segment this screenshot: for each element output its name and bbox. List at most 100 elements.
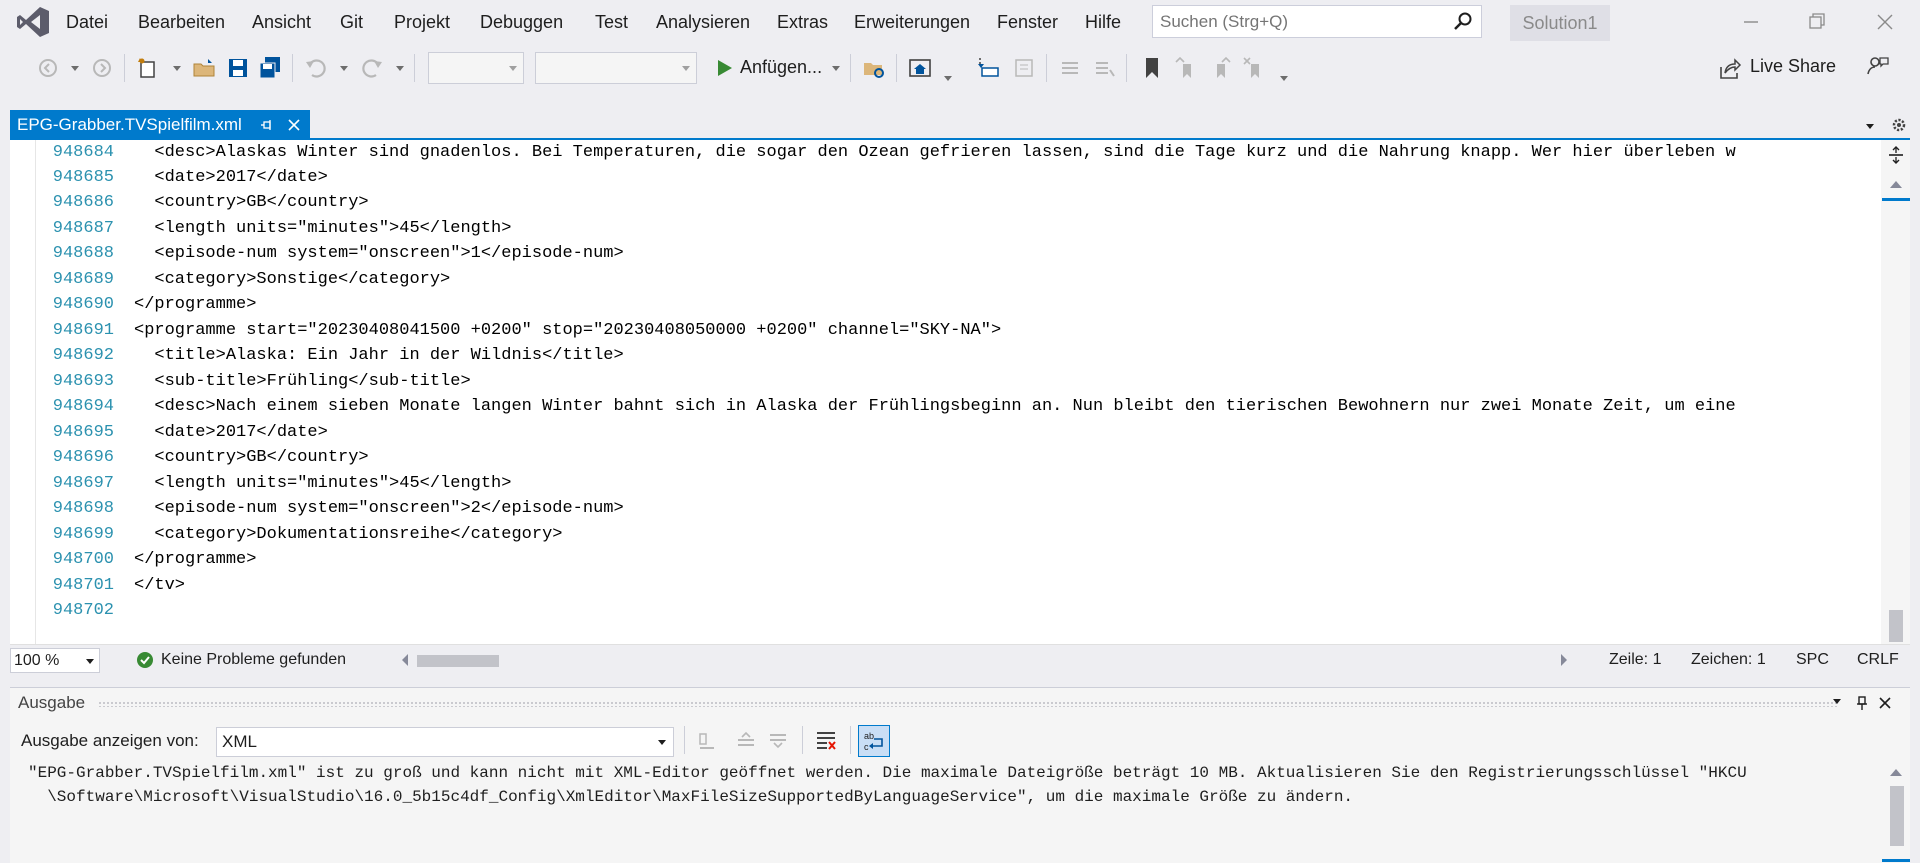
whitespace-mode[interactable]: SPC — [1796, 651, 1829, 669]
zoom-dropdown[interactable]: 100 % — [10, 648, 100, 673]
scroll-left-icon[interactable] — [402, 654, 408, 666]
scroll-thumb[interactable] — [1889, 610, 1903, 642]
step-into-icon[interactable] — [976, 56, 1000, 80]
find-in-files-icon[interactable] — [862, 56, 886, 80]
code-line[interactable]: 948694 <desc>Nach einem sieben Monate la… — [10, 394, 1881, 419]
search-box[interactable] — [1152, 5, 1482, 38]
code-line[interactable]: 948701 </tv> — [10, 573, 1881, 598]
configuration-dropdown[interactable] — [428, 52, 524, 84]
toolbar-overflow-icon[interactable] — [1280, 76, 1288, 81]
browser-dropdown-icon[interactable] — [944, 76, 952, 81]
output-source-dropdown[interactable]: XML — [216, 727, 674, 757]
feedback-icon[interactable] — [1866, 54, 1890, 78]
code-line[interactable]: 948692 <title>Alaska: Ein Jahr in der Wi… — [10, 343, 1881, 368]
output-scroll-up-icon[interactable] — [1890, 769, 1902, 776]
split-editor-icon[interactable] — [1887, 146, 1905, 164]
output-text-area[interactable]: "EPG-Grabber.TVSpielfilm.xml" ist zu gro… — [10, 761, 1882, 863]
save-icon[interactable] — [226, 56, 250, 80]
toggle-word-wrap-button[interactable]: ab c — [858, 725, 890, 757]
previous-message-icon[interactable] — [734, 728, 758, 752]
tab-list-dropdown-icon[interactable] — [1866, 124, 1874, 129]
menu-bearbeiten[interactable]: Bearbeiten — [138, 12, 225, 33]
menu-datei[interactable]: Datei — [66, 12, 108, 33]
new-project-icon[interactable] — [136, 56, 160, 80]
redo-icon[interactable] — [360, 56, 384, 80]
menu-erweiterungen[interactable]: Erweiterungen — [854, 12, 970, 33]
close-window-icon[interactable] — [1870, 8, 1900, 36]
code-map-icon[interactable] — [1012, 56, 1036, 80]
code-line[interactable]: 948697 <length units="minutes">45</lengt… — [10, 471, 1881, 496]
redo-dropdown-icon[interactable] — [396, 66, 404, 71]
menu-projekt[interactable]: Projekt — [394, 12, 450, 33]
code-line[interactable]: 948690 </programme> — [10, 292, 1881, 317]
clear-all-icon[interactable] — [814, 728, 838, 752]
output-scroll-thumb[interactable] — [1890, 786, 1904, 846]
menu-ansicht[interactable]: Ansicht — [252, 12, 311, 33]
menu-analysieren[interactable]: Analysieren — [656, 12, 750, 33]
start-play-icon[interactable] — [712, 56, 736, 80]
toggle-bookmark-icon[interactable] — [1140, 56, 1164, 80]
code-line[interactable]: 948693 <sub-title>Frühling</sub-title> — [10, 369, 1881, 394]
editor-vertical-scrollbar[interactable] — [1881, 140, 1910, 644]
window-position-dropdown-icon[interactable] — [1833, 699, 1841, 704]
menu-test[interactable]: Test — [595, 12, 628, 33]
scroll-up-icon[interactable] — [1890, 181, 1902, 188]
close-panel-icon[interactable] — [1878, 696, 1892, 710]
menu-debuggen[interactable]: Debuggen — [480, 12, 563, 33]
horizontal-scroll-thumb[interactable] — [417, 655, 499, 667]
platform-dropdown[interactable] — [535, 52, 697, 84]
code-line[interactable]: 948684 <desc>Alaskas Winter sind gnadenl… — [10, 140, 1881, 165]
code-line[interactable]: 948688 <episode-num system="onscreen">1<… — [10, 241, 1881, 266]
issues-status[interactable]: Keine Probleme gefunden — [161, 651, 346, 669]
output-vertical-scrollbar[interactable] — [1882, 761, 1910, 863]
find-message-icon[interactable] — [694, 728, 718, 752]
undo-icon[interactable] — [304, 56, 328, 80]
next-bookmark-icon[interactable] — [1208, 56, 1232, 80]
back-dropdown-icon[interactable] — [71, 66, 79, 71]
search-input[interactable] — [1153, 6, 1443, 37]
line-number: 948684 — [52, 143, 114, 162]
code-line[interactable]: 948691 <programme start="20230408041500 +… — [10, 318, 1881, 343]
uncomment-icon[interactable] — [1092, 56, 1116, 80]
new-dropdown-icon[interactable] — [173, 66, 181, 71]
menu-extras[interactable]: Extras — [777, 12, 828, 33]
panel-drag-grip[interactable] — [98, 701, 1838, 707]
code-line[interactable]: 948699 <category>Dokumentationsreihe</ca… — [10, 522, 1881, 547]
document-tab[interactable]: EPG-Grabber.TVSpielfilm.xml — [10, 110, 310, 140]
browser-link-icon[interactable] — [908, 56, 932, 80]
menu-fenster[interactable]: Fenster — [997, 12, 1058, 33]
menu-hilfe[interactable]: Hilfe — [1085, 12, 1121, 33]
code-line[interactable]: 948698 <episode-num system="onscreen">2<… — [10, 496, 1881, 521]
code-line[interactable]: 948689 <category>Sonstige</category> — [10, 267, 1881, 292]
navigate-forward-icon[interactable] — [90, 56, 114, 80]
navigate-back-icon[interactable] — [36, 56, 60, 80]
code-editor[interactable]: 948684 <desc>Alaskas Winter sind gnadenl… — [10, 140, 1881, 644]
line-ending[interactable]: CRLF — [1857, 651, 1899, 669]
close-tab-icon[interactable] — [287, 118, 301, 132]
attach-dropdown-icon[interactable] — [832, 66, 840, 71]
previous-bookmark-icon[interactable] — [1174, 56, 1198, 80]
code-line[interactable]: 948686 <country>GB</country> — [10, 190, 1881, 215]
pin-panel-icon[interactable] — [1855, 695, 1869, 711]
scroll-right-icon[interactable] — [1561, 654, 1567, 666]
comment-out-icon[interactable] — [1058, 56, 1082, 80]
settings-gear-icon[interactable] — [1891, 117, 1907, 133]
minimize-icon[interactable] — [1736, 8, 1766, 36]
clear-bookmarks-icon[interactable] — [1242, 56, 1266, 80]
live-share-icon[interactable] — [1718, 57, 1742, 81]
code-line[interactable]: 948696 <country>GB</country> — [10, 445, 1881, 470]
attach-button[interactable]: Anfügen... — [740, 57, 822, 78]
pin-tab-icon[interactable] — [260, 118, 274, 132]
live-share-button[interactable]: Live Share — [1750, 56, 1836, 77]
restore-icon[interactable] — [1802, 8, 1832, 36]
save-all-icon[interactable] — [258, 56, 282, 80]
menu-git[interactable]: Git — [340, 12, 363, 33]
next-message-icon[interactable] — [766, 728, 790, 752]
open-folder-icon[interactable] — [192, 56, 216, 80]
code-line[interactable]: 948687 <length units="minutes">45</lengt… — [10, 216, 1881, 241]
code-line[interactable]: 948695 <date>2017</date> — [10, 420, 1881, 445]
undo-dropdown-icon[interactable] — [340, 66, 348, 71]
code-line[interactable]: 948702 — [10, 598, 1881, 623]
code-line[interactable]: 948685 <date>2017</date> — [10, 165, 1881, 190]
code-line[interactable]: 948700 </programme> — [10, 547, 1881, 572]
